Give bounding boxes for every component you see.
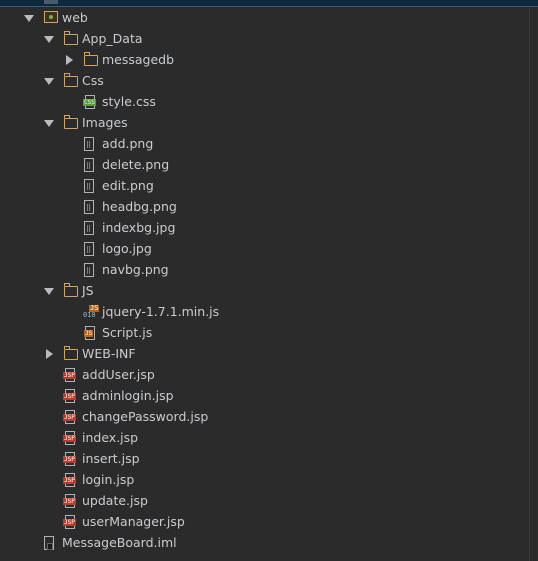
iml-file-icon: [44, 536, 54, 550]
tree-item-label: Css: [82, 73, 104, 88]
jsp-file-icon: [63, 515, 77, 529]
image-file-icon: [84, 242, 94, 256]
tree-item-style-css[interactable]: style.css: [0, 91, 538, 112]
tree-item-label: WEB-INF: [82, 346, 136, 361]
chevron-down-icon[interactable]: [44, 286, 54, 296]
folder-icon: [64, 31, 78, 45]
jsp-file-icon: [63, 389, 77, 403]
folder-icon: [64, 73, 78, 87]
tree-item-changepassword-jsp[interactable]: changePassword.jsp: [0, 406, 538, 427]
image-file-icon: [84, 200, 94, 214]
module-folder-icon: [44, 11, 58, 23]
tree-item-label: style.css: [102, 94, 156, 109]
chevron-down-icon[interactable]: [44, 34, 54, 44]
folder-icon: [64, 346, 78, 360]
tree-item-label: messagedb: [102, 52, 175, 67]
tree-item-images[interactable]: Images: [0, 112, 538, 133]
jsp-file-icon: [63, 473, 77, 487]
tree-item-label: App_Data: [82, 31, 143, 46]
tree-item-label: indexbg.jpg: [102, 220, 176, 235]
tree-item-jquery-1-7-1-min-js[interactable]: 010 JS jquery-1.7.1.min.js: [0, 301, 538, 322]
chevron-down-icon[interactable]: [44, 118, 54, 128]
chevron-down-icon[interactable]: [44, 76, 54, 86]
tree-item-label: web: [62, 10, 88, 25]
tree-item-label: changePassword.jsp: [82, 409, 209, 424]
tree-item-label: navbg.png: [102, 262, 169, 277]
tree-item-label: insert.jsp: [82, 451, 140, 466]
jsp-file-icon: [63, 431, 77, 445]
tree-item-label: index.jsp: [82, 430, 139, 445]
image-file-icon: [84, 158, 94, 172]
tree-item-label: delete.png: [102, 157, 170, 172]
folder-icon: [64, 115, 78, 129]
jsp-file-icon: [63, 368, 77, 382]
vertical-scrollbar[interactable]: [529, 7, 538, 561]
tree-item-label: MessageBoard.iml: [62, 535, 177, 550]
image-file-icon: [84, 137, 94, 151]
tree-item-label: Script.js: [102, 325, 153, 340]
tree-item-messageboard-iml[interactable]: MessageBoard.iml: [0, 532, 538, 553]
chevron-right-icon[interactable]: [44, 349, 54, 359]
tree-item-web-inf[interactable]: WEB-INF: [0, 343, 538, 364]
tree-item-label: jquery-1.7.1.min.js: [102, 304, 220, 319]
tree-item-label: adminlogin.jsp: [82, 388, 174, 403]
tree-item-insert-jsp[interactable]: insert.jsp: [0, 448, 538, 469]
selected-row-strip[interactable]: [0, 0, 538, 7]
binary-js-file-icon: 010 JS: [83, 304, 100, 319]
chevron-down-icon[interactable]: [24, 13, 34, 23]
tree-item-adduser-jsp[interactable]: addUser.jsp: [0, 364, 538, 385]
tree-item-web[interactable]: web: [0, 7, 538, 28]
tree-item-index-jsp[interactable]: index.jsp: [0, 427, 538, 448]
tree-item-login-jsp[interactable]: login.jsp: [0, 469, 538, 490]
tree-item-logo-jpg[interactable]: logo.jpg: [0, 238, 538, 259]
tree-item-label: edit.png: [102, 178, 154, 193]
tree-item-adminlogin-jsp[interactable]: adminlogin.jsp: [0, 385, 538, 406]
tree-item-headbg-png[interactable]: headbg.png: [0, 196, 538, 217]
tree-item-navbg-png[interactable]: navbg.png: [0, 259, 538, 280]
tree-item-update-jsp[interactable]: update.jsp: [0, 490, 538, 511]
tree-item-script-js[interactable]: Script.js: [0, 322, 538, 343]
image-file-icon: [84, 263, 94, 277]
tree-item-usermanager-jsp[interactable]: userManager.jsp: [0, 511, 538, 532]
tree-item-label: headbg.png: [102, 199, 177, 214]
image-file-icon: [84, 179, 94, 193]
tree-item-edit-png[interactable]: edit.png: [0, 175, 538, 196]
tree-item-delete-png[interactable]: delete.png: [0, 154, 538, 175]
css-file-icon: [83, 95, 97, 109]
tree-item-label: logo.jpg: [102, 241, 152, 256]
tree-item-app-data[interactable]: App_Data: [0, 28, 538, 49]
tree-item-indexbg-jpg[interactable]: indexbg.jpg: [0, 217, 538, 238]
chevron-right-icon[interactable]: [64, 55, 74, 65]
js-file-icon: [84, 326, 97, 340]
tree-item-add-png[interactable]: add.png: [0, 133, 538, 154]
tree-item-label: update.jsp: [82, 493, 148, 508]
tree-item-label: Images: [82, 115, 128, 130]
tree-item-js[interactable]: JS: [0, 280, 538, 301]
tree-item-label: addUser.jsp: [82, 367, 155, 382]
tree-item-messagedb[interactable]: messagedb: [0, 49, 538, 70]
project-icon: [44, 0, 58, 4]
jsp-file-icon: [63, 452, 77, 466]
folder-icon: [64, 283, 78, 297]
tree-item-css[interactable]: Css: [0, 70, 538, 91]
tree-item-label: login.jsp: [82, 472, 135, 487]
jsp-file-icon: [63, 494, 77, 508]
tree-item-label: add.png: [102, 136, 154, 151]
image-file-icon: [84, 221, 94, 235]
folder-icon: [84, 52, 98, 66]
tree-item-label: JS: [82, 283, 94, 298]
tree-item-label: userManager.jsp: [82, 514, 185, 529]
jsp-file-icon: [63, 410, 77, 424]
